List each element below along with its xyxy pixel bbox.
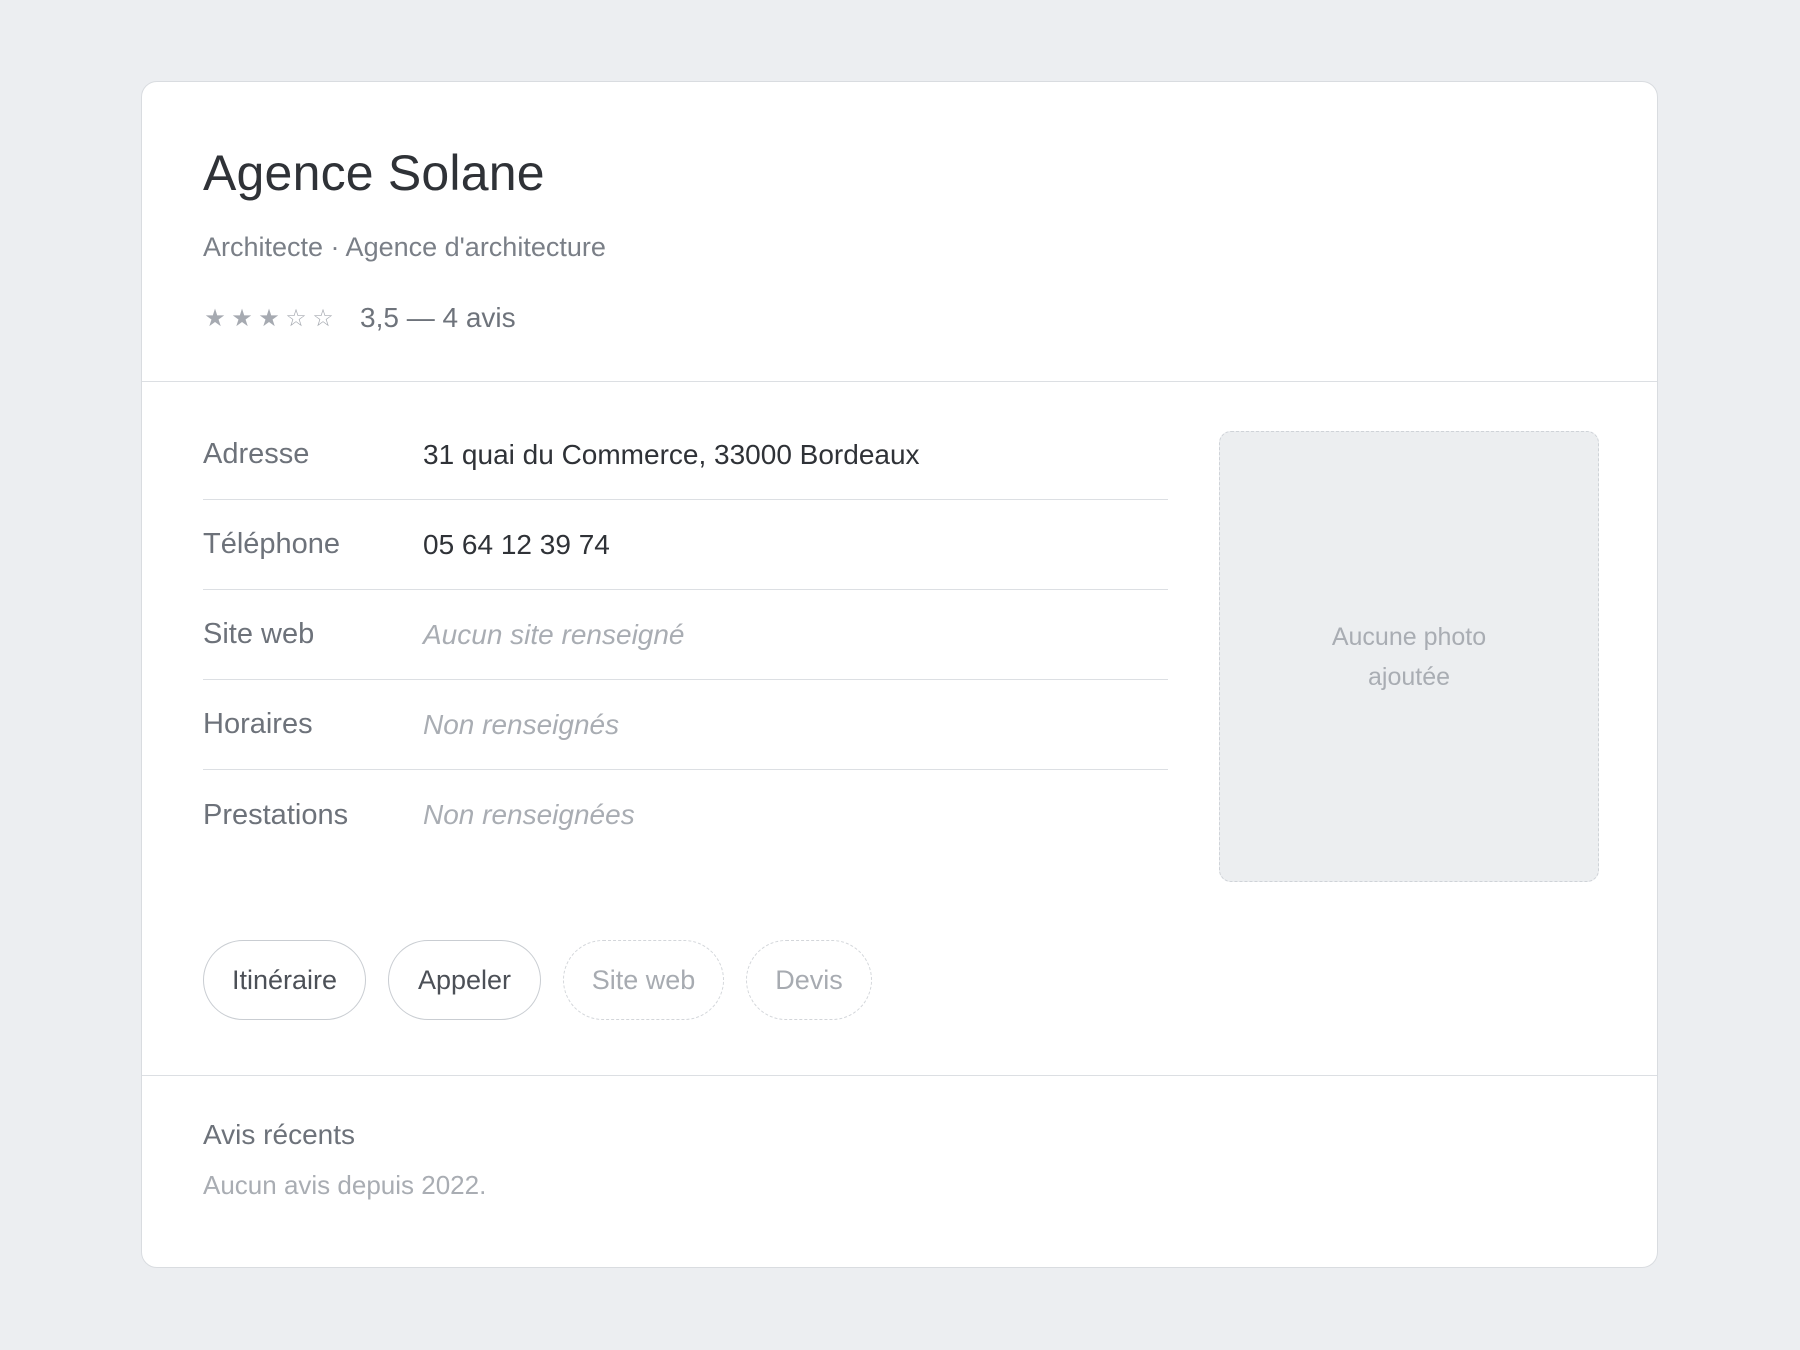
info-row-website: Site web Aucun site renseigné bbox=[203, 590, 1168, 680]
action-buttons: Itinéraire Appeler Site web Devis bbox=[203, 940, 894, 1020]
recent-reviews: Avis récents Aucun avis depuis 2022. bbox=[203, 1119, 486, 1201]
star-outline-icon: ☆ bbox=[285, 304, 310, 332]
card-body: Adresse 31 quai du Commerce, 33000 Borde… bbox=[142, 382, 1657, 1076]
call-button[interactable]: Appeler bbox=[388, 940, 541, 1020]
hours-value: Non renseignés bbox=[423, 708, 620, 740]
star-icon: ★ bbox=[204, 304, 229, 332]
info-row-services: Prestations Non renseignées bbox=[203, 770, 1168, 860]
info-label: Horaires bbox=[203, 708, 313, 740]
rating-stars: ★ ★ ★ ☆ ☆ bbox=[203, 304, 338, 333]
directions-button[interactable]: Itinéraire bbox=[203, 940, 366, 1020]
info-label: Prestations bbox=[203, 798, 349, 831]
business-card: Agence Solane Architecte · Agence d'arch… bbox=[141, 81, 1658, 1268]
star-icon: ★ bbox=[258, 304, 283, 332]
info-row-hours: Horaires Non renseignés bbox=[203, 680, 1168, 770]
info-table: Adresse 31 quai du Commerce, 33000 Borde… bbox=[203, 410, 1168, 860]
star-outline-icon: ☆ bbox=[312, 304, 337, 332]
website-button: Site web bbox=[563, 940, 724, 1020]
info-label: Site web bbox=[203, 618, 315, 650]
photo-placeholder-text: Aucune photo ajoutée bbox=[1331, 622, 1487, 691]
reviews-title: Avis récents bbox=[203, 1119, 355, 1150]
reviews-empty-text: Aucun avis depuis 2022. bbox=[203, 1170, 487, 1200]
address-value: 31 quai du Commerce, 33000 Bordeaux bbox=[423, 438, 920, 470]
info-row-phone: Téléphone 05 64 12 39 74 bbox=[203, 500, 1168, 590]
info-label: Adresse bbox=[203, 438, 310, 470]
star-icon: ★ bbox=[231, 304, 256, 332]
info-label: Téléphone bbox=[203, 528, 341, 560]
quote-button: Devis bbox=[746, 940, 872, 1020]
rating-text: 3,5 — 4 avis bbox=[360, 302, 516, 333]
business-name: Agence Solane bbox=[203, 145, 545, 201]
business-category: Architecte · Agence d'architecture bbox=[203, 232, 606, 262]
card-header: Agence Solane Architecte · Agence d'arch… bbox=[142, 82, 1657, 382]
info-row-address: Adresse 31 quai du Commerce, 33000 Borde… bbox=[203, 410, 1168, 500]
phone-value: 05 64 12 39 74 bbox=[423, 528, 610, 560]
photo-placeholder: Aucune photo ajoutée bbox=[1219, 431, 1599, 882]
services-value: Non renseignées bbox=[423, 799, 635, 830]
website-value: Aucun site renseigné bbox=[423, 618, 685, 650]
rating-summary: ★ ★ ★ ☆ ☆ 3,5 — 4 avis bbox=[203, 302, 516, 334]
